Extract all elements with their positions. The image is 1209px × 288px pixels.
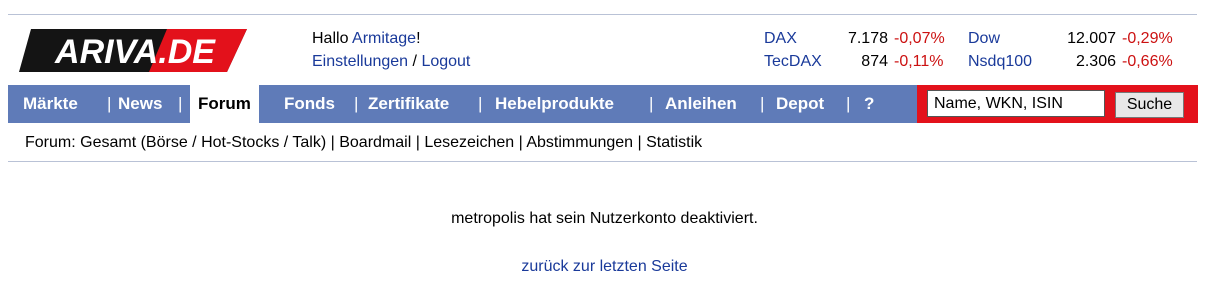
nav-zertifikate[interactable]: Zertifikate (368, 85, 449, 123)
quote-name-dow[interactable]: Dow (968, 27, 1000, 50)
subnav-separator: | (518, 134, 523, 151)
nav-depot[interactable]: Depot (776, 85, 824, 123)
slash-text: / (412, 53, 417, 70)
nav-anleihen[interactable]: Anleihen (665, 85, 737, 123)
quote-name-tecdax[interactable]: TecDAX (764, 50, 822, 73)
search-bar: Suche (917, 85, 1198, 123)
slash-separator: / (192, 134, 197, 151)
nav-separator: | (478, 94, 483, 113)
subnav-boardmail[interactable]: Boardmail (339, 134, 411, 151)
subnav-separator: | (637, 134, 642, 151)
quote-change-dax: -0,07% (894, 30, 945, 47)
logo-text: ARIVA.DE (54, 33, 216, 71)
user-greeting: Hallo Armitage! Einstellungen / Logout (312, 27, 470, 73)
nav-maerkte[interactable]: Märkte (23, 85, 78, 123)
subnav-separator: | (415, 134, 420, 151)
settings-link[interactable]: Einstellungen (312, 53, 408, 70)
subnav-boerse[interactable]: Börse (146, 134, 188, 151)
search-input[interactable] (927, 90, 1105, 117)
quote-change-tecdax: -0,11% (894, 53, 944, 70)
nav-separator: | (649, 94, 654, 113)
subnav-divider (8, 161, 1197, 162)
hello-text: Hallo (312, 30, 349, 47)
quote-value-dax: 7.178 (847, 30, 888, 47)
back-link[interactable]: zurück zur letzten Seite (521, 258, 687, 275)
quote-value-dow: 12.007 (1067, 30, 1116, 47)
nav-separator: | (846, 94, 851, 113)
nav-hebelprodukte[interactable]: Hebelprodukte (495, 85, 614, 123)
quote-change-dow: -0,29% (1122, 30, 1173, 47)
top-divider (8, 14, 1197, 15)
main-nav: Märkte | News | Forum Fonds | Zertifikat… (8, 85, 917, 123)
username-link[interactable]: Armitage (352, 30, 416, 47)
nav-separator: | (107, 94, 112, 113)
quote-change-nsdq100: -0,66% (1122, 53, 1173, 70)
nav-separator: | (354, 94, 359, 113)
logout-link[interactable]: Logout (421, 53, 470, 70)
quote-name-nsdq100[interactable]: Nsdq100 (968, 50, 1032, 73)
nav-news[interactable]: News (118, 85, 162, 123)
slash-separator: / (283, 134, 289, 151)
quote-value-tecdax: 874 (861, 53, 888, 70)
quote-value-nsdq100: 2.306 (1075, 53, 1116, 70)
subnav-statistik[interactable]: Statistik (646, 134, 702, 151)
search-button[interactable]: Suche (1115, 92, 1184, 118)
account-deactivated-message: metropolis hat sein Nutzerkonto deaktivi… (451, 210, 758, 227)
exclaim-text: ! (416, 30, 421, 47)
subnav-separator: | (330, 134, 335, 151)
nav-fonds[interactable]: Fonds (284, 85, 335, 123)
ariva-logo[interactable]: ARIVA.DE (17, 27, 249, 74)
quote-name-dax[interactable]: DAX (764, 27, 797, 50)
nav-help[interactable]: ? (864, 85, 874, 123)
paren-close: ) (320, 134, 327, 151)
nav-separator: | (178, 94, 183, 113)
subnav-lesezeichen[interactable]: Lesezeichen (424, 134, 514, 151)
nav-forum[interactable]: Forum (190, 85, 259, 123)
subnav-hot-stocks[interactable]: Hot-Stocks (201, 134, 279, 151)
nav-separator: | (760, 94, 765, 113)
subnav-abstimmungen[interactable]: Abstimmungen (526, 134, 633, 151)
subnav-prefix: Forum: (25, 134, 76, 151)
forum-subnav: Forum: Gesamt (Börse / Hot-Stocks / Talk… (25, 133, 702, 153)
subnav-gesamt[interactable]: Gesamt (80, 134, 136, 151)
subnav-talk[interactable]: Talk (292, 134, 320, 151)
